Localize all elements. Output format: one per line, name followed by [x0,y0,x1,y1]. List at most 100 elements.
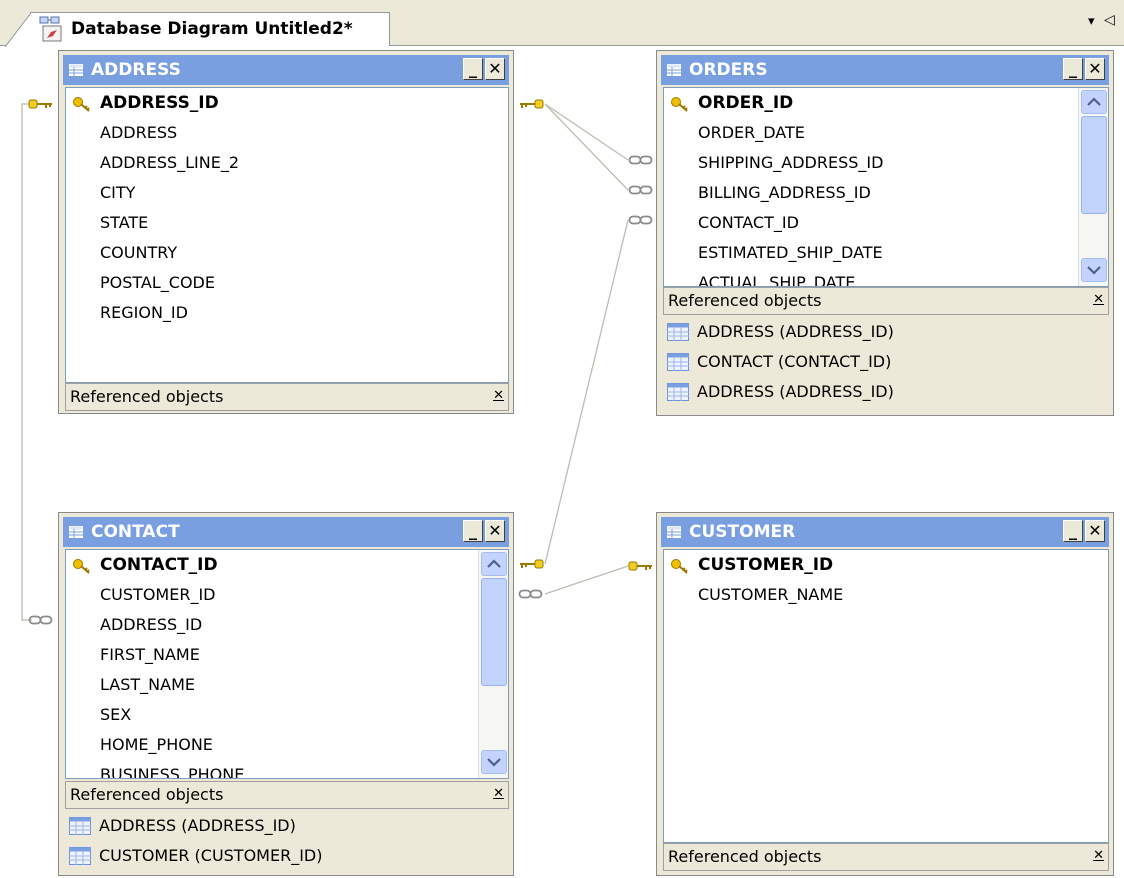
column-item[interactable]: STATE [100,208,148,238]
close-button[interactable]: ✕ [1085,58,1105,80]
column-item[interactable]: ESTIMATED_SHIP_DATE [698,238,883,268]
close-icon[interactable]: ✕ [1093,848,1104,863]
column-list[interactable]: ORDER_ID ORDER_DATE SHIPPING_ADDRESS_ID … [663,87,1109,287]
column-list[interactable]: CUSTOMER_ID CUSTOMER_NAME [663,549,1109,843]
referenced-objects-label: Referenced objects [668,291,822,310]
table-title-bar[interactable]: ORDERS _ ✕ [661,55,1109,85]
column-item[interactable]: HOME_PHONE [100,730,213,760]
close-button[interactable]: ✕ [485,58,505,80]
scrollbar-thumb[interactable] [1081,116,1107,214]
table-address[interactable]: ADDRESS _ ✕ ADDRESS_ID ADDRESS ADDRESS_L… [58,50,514,414]
minimize-button[interactable]: _ [463,58,483,80]
referenced-objects-label: Referenced objects [668,847,822,866]
column-primary-key[interactable]: CUSTOMER_ID [698,550,833,580]
close-icon[interactable]: ✕ [1093,292,1104,307]
table-title: ADDRESS [91,60,181,80]
referenced-objects-header: Referenced objects ✕ [65,383,509,411]
column-item[interactable]: ACTUAL_SHIP_DATE [698,268,855,286]
relationship-line [21,103,32,621]
column-item[interactable]: ORDER_DATE [698,118,805,148]
scroll-up-button[interactable] [481,552,507,576]
column-item[interactable]: SEX [100,700,131,730]
scroll-down-button[interactable] [481,750,507,774]
table-title-bar[interactable]: CUSTOMER _ ✕ [661,517,1109,547]
relationship-key-icon[interactable] [28,96,54,112]
table-icon [667,383,689,401]
relationship-link-icon[interactable] [628,183,654,197]
referenced-objects-header: Referenced objects ✕ [663,287,1109,315]
column-item[interactable]: REGION_ID [100,298,188,328]
column-item[interactable]: CUSTOMER_NAME [698,580,843,610]
relationship-line [544,103,629,191]
column-item[interactable]: ADDRESS_ID [100,610,202,640]
relationship-key-icon[interactable] [518,96,544,112]
minimize-button[interactable]: _ [1063,58,1083,80]
table-icon [69,817,91,835]
column-item[interactable]: POSTAL_CODE [100,268,215,298]
close-button[interactable]: ✕ [1085,520,1105,542]
column-item[interactable]: FIRST_NAME [100,640,200,670]
referenced-object-label: CUSTOMER (CUSTOMER_ID) [99,846,323,865]
close-icon[interactable]: ✕ [493,388,504,403]
vertical-scrollbar[interactable] [478,550,508,778]
column-item[interactable]: ADDRESS [100,118,177,148]
referenced-objects-header: Referenced objects ✕ [663,843,1109,871]
table-title: CUSTOMER [689,522,796,542]
column-primary-key[interactable]: ORDER_ID [698,88,793,118]
relationship-key-icon[interactable] [518,556,544,572]
column-item[interactable]: CITY [100,178,135,208]
table-icon [69,64,83,76]
referenced-object-label: CONTACT (CONTACT_ID) [697,352,892,371]
relationship-line [544,219,629,565]
column-item[interactable]: CONTACT_ID [698,208,799,238]
column-primary-key[interactable]: CONTACT_ID [100,550,218,580]
column-item[interactable]: ADDRESS_LINE_2 [100,148,239,178]
table-icon [69,526,83,538]
column-item[interactable]: CUSTOMER_ID [100,580,215,610]
column-item[interactable]: SHIPPING_ADDRESS_ID [698,148,883,178]
relationship-link-icon[interactable] [28,613,54,627]
column-list[interactable]: ADDRESS_ID ADDRESS ADDRESS_LINE_2 CITY S… [65,87,509,383]
referenced-object-label: ADDRESS (ADDRESS_ID) [99,816,296,835]
table-icon [667,323,689,341]
minimize-button[interactable]: _ [1063,520,1083,542]
column-item[interactable]: BUSINESS_PHONE [100,760,244,778]
table-title: CONTACT [91,522,180,542]
column-item[interactable]: LAST_NAME [100,670,195,700]
column-primary-key[interactable]: ADDRESS_ID [100,88,219,118]
column-item[interactable]: BILLING_ADDRESS_ID [698,178,871,208]
vertical-scrollbar[interactable] [1078,88,1108,286]
referenced-object-label: ADDRESS (ADDRESS_ID) [697,382,894,401]
table-icon [667,353,689,371]
close-icon[interactable]: ✕ [493,786,504,801]
column-item[interactable]: COUNTRY [100,238,177,268]
table-orders[interactable]: ORDERS _ ✕ ORDER_ID ORDER_DATE SHIPPING_… [656,50,1114,416]
relationship-key-icon[interactable] [628,558,654,574]
table-icon [69,847,91,865]
referenced-object-label: ADDRESS (ADDRESS_ID) [697,322,894,341]
table-icon [667,526,681,538]
table-title-bar[interactable]: CONTACT _ ✕ [63,517,509,547]
referenced-objects-header: Referenced objects ✕ [65,781,509,809]
column-list[interactable]: CONTACT_ID CUSTOMER_ID ADDRESS_ID FIRST_… [65,549,509,779]
referenced-objects-label: Referenced objects [70,785,224,804]
scroll-up-button[interactable] [1081,90,1107,114]
relationship-link-icon[interactable] [628,213,654,227]
relationship-link-icon[interactable] [628,153,654,167]
table-title-bar[interactable]: ADDRESS _ ✕ [63,55,509,85]
primary-key-icon [671,97,688,112]
primary-key-icon [671,559,688,574]
close-button[interactable]: ✕ [485,520,505,542]
relationship-line [544,103,629,161]
relationship-link-icon[interactable] [518,587,544,601]
table-icon [667,64,681,76]
minimize-button[interactable]: _ [463,520,483,542]
table-contact[interactable]: CONTACT _ ✕ CONTACT_ID CUSTOMER_ID ADDRE… [58,512,514,876]
referenced-objects-label: Referenced objects [70,387,224,406]
table-customer[interactable]: CUSTOMER _ ✕ CUSTOMER_ID CUSTOMER_NAME R… [656,512,1114,876]
table-title: ORDERS [689,60,768,80]
relationship-line [544,565,629,595]
primary-key-icon [73,97,90,112]
scrollbar-thumb[interactable] [481,578,507,686]
scroll-down-button[interactable] [1081,258,1107,282]
